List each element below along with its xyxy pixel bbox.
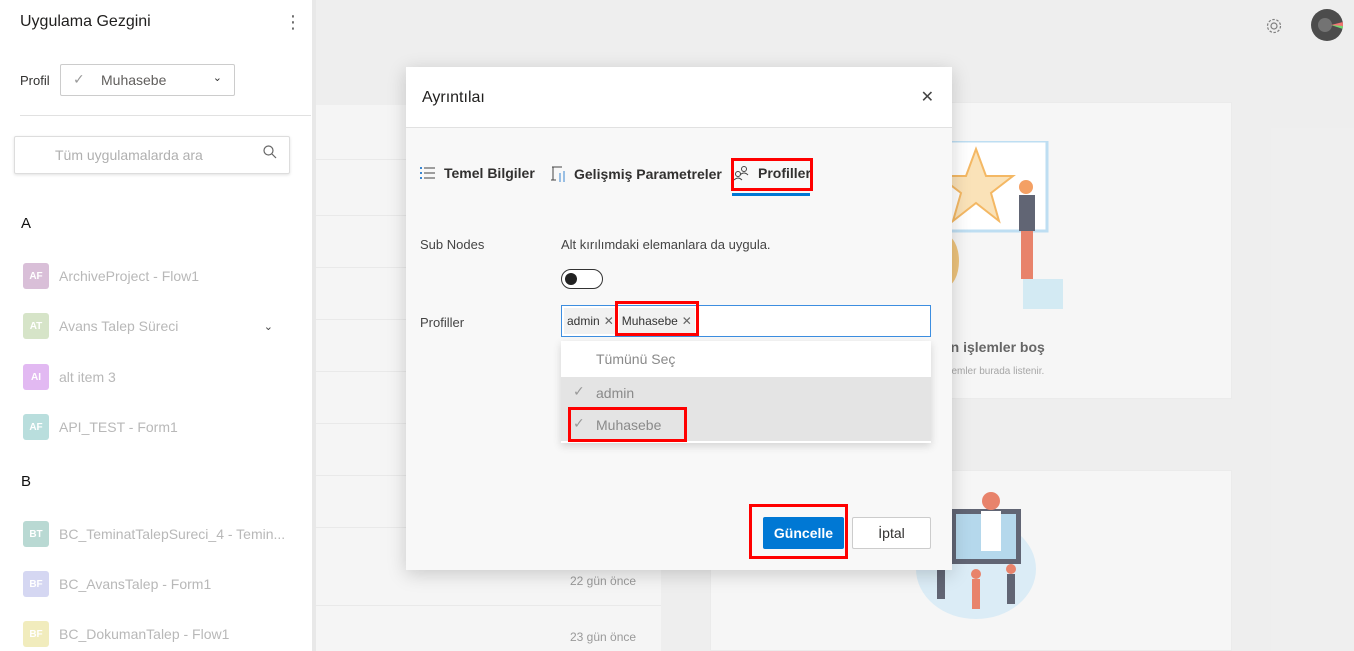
app-badge: AF (23, 263, 49, 289)
toggle-knob (565, 273, 577, 285)
app-item[interactable]: AF ArchiveProject - Flow1 (23, 263, 293, 289)
tab-label: Temel Bilgiler (444, 165, 535, 181)
option-label: admin (596, 385, 635, 401)
group-letter: A (21, 215, 32, 232)
app-item[interactable]: AF API_TEST - Form1 (23, 414, 293, 440)
close-icon[interactable]: ✕ (921, 87, 934, 107)
app-label: API_TEST - Form1 (59, 419, 178, 435)
search-input[interactable] (15, 137, 245, 173)
highlight-box (568, 407, 687, 442)
details-modal: Ayrıntılaı ✕ Temel Bilgiler Gelişmiş Par… (406, 67, 952, 570)
modal-header: Ayrıntılaı ✕ (406, 67, 952, 128)
list-icon (420, 167, 435, 179)
app-item[interactable]: AT Avans Talep Süreci ⌄ (23, 313, 293, 339)
group-letter: B (21, 473, 32, 490)
profile-value: Muhasebe (101, 72, 167, 88)
highlight-box (731, 158, 813, 191)
option-label: Tümünü Seç (596, 351, 676, 367)
app-label: ArchiveProject - Flow1 (59, 268, 200, 284)
highlight-box (615, 301, 699, 336)
app-badge: AI (23, 364, 49, 390)
chevron-down-icon: ⌄ (212, 72, 222, 84)
profile-select[interactable]: ✓ Muhasebe ⌄ (60, 64, 235, 96)
cancel-button[interactable]: İptal (852, 517, 931, 549)
sidebar-scrollbar[interactable] (312, 0, 316, 651)
sub-nodes-label: Sub Nodes (420, 237, 485, 252)
modal-title: Ayrıntılaı (422, 89, 485, 106)
tab-label: Gelişmiş Parametreler (574, 166, 722, 182)
sub-nodes-toggle[interactable] (561, 269, 603, 289)
app-item[interactable]: BF BC_DokumanTalep - Flow1 (23, 621, 293, 647)
remove-tag-icon[interactable]: ✕ (604, 314, 614, 328)
option-admin[interactable]: ✓ admin (561, 377, 931, 409)
app-badge: BT (23, 521, 49, 547)
app-item[interactable]: BT BC_TeminatTalepSureci_4 - Temin... (23, 521, 293, 547)
divider (20, 115, 311, 116)
app-label: BC_TeminatTalepSureci_4 - Temin... (59, 526, 286, 542)
tab-basic-info[interactable]: Temel Bilgiler (420, 165, 535, 181)
app-badge: BF (23, 571, 49, 597)
app-label: BC_DokumanTalep - Flow1 (59, 626, 230, 642)
tag-admin: admin ✕ (564, 308, 617, 334)
sub-nodes-description: Alt kırılımdaki elemanlara da uygula. (561, 237, 771, 252)
search-box[interactable] (14, 136, 290, 174)
profiles-label: Profiller (420, 315, 465, 330)
app-label: BC_AvansTalep - Form1 (59, 576, 212, 592)
highlight-box (749, 504, 848, 559)
option-select-all[interactable]: Tümünü Seç (561, 343, 931, 375)
parameters-icon (551, 166, 565, 182)
active-tab-indicator (732, 193, 810, 196)
check-icon: ✓ (573, 383, 585, 399)
tab-advanced-params[interactable]: Gelişmiş Parametreler (550, 165, 722, 183)
search-icon[interactable] (263, 145, 277, 164)
app-item[interactable]: AI alt item 3 (23, 364, 293, 390)
more-options-icon[interactable]: ⋮ (284, 12, 302, 33)
app-badge: AF (23, 414, 49, 440)
tag-label: admin (567, 314, 600, 328)
sidebar-title: Uygulama Gezgini (20, 13, 151, 30)
chevron-down-icon[interactable]: ⌄ (264, 320, 273, 333)
check-icon: ✓ (73, 71, 85, 87)
app-explorer-sidebar: Uygulama Gezgini ⋮ Profil ✓ Muhasebe ⌄ A… (0, 0, 316, 651)
app-badge: AT (23, 313, 49, 339)
app-label: alt item 3 (59, 369, 116, 385)
app-item[interactable]: BF BC_AvansTalep - Form1 (23, 571, 293, 597)
app-badge: BF (23, 621, 49, 647)
profile-label: Profil (20, 73, 50, 88)
app-label: Avans Talep Süreci (59, 318, 179, 334)
